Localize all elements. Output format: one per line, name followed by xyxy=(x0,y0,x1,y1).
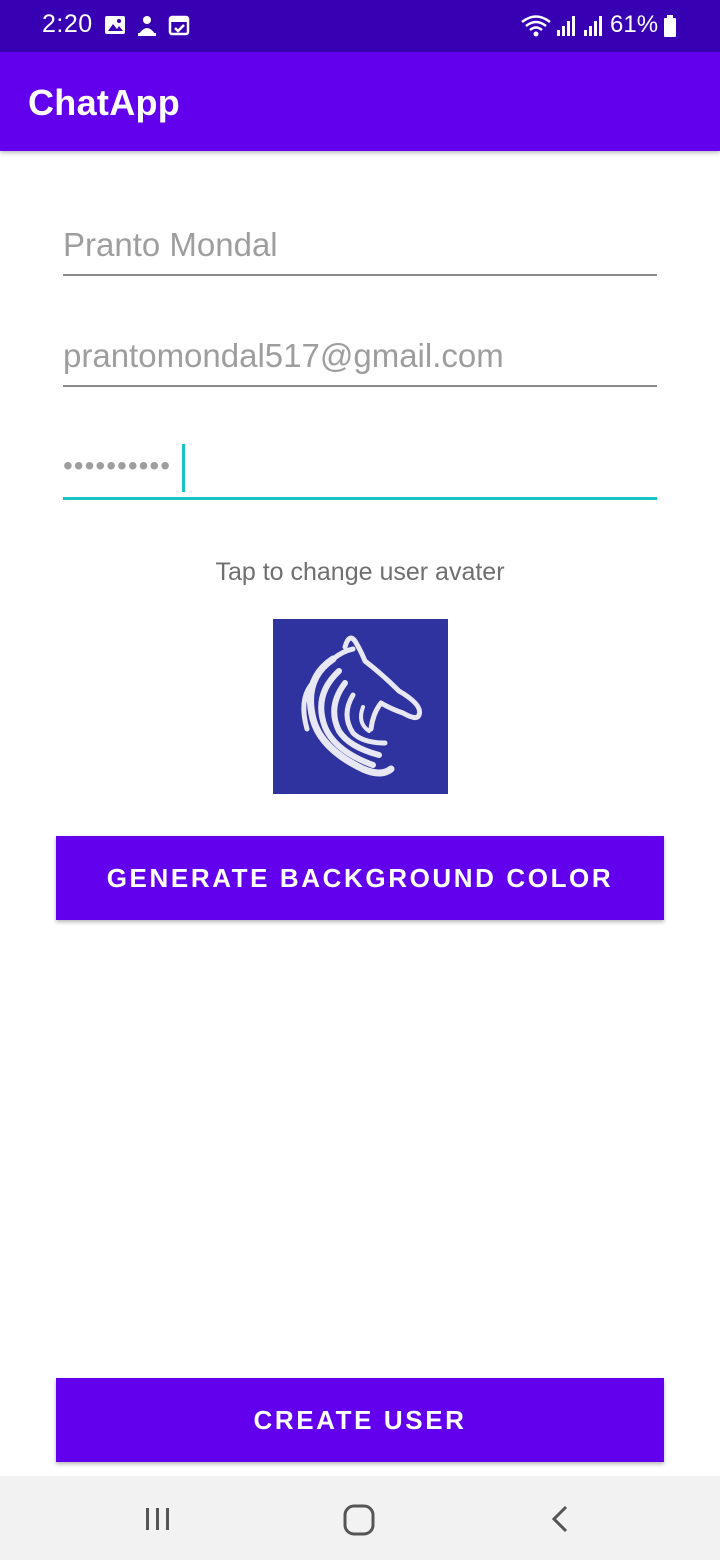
app-title: ChatApp xyxy=(28,82,181,123)
generate-background-color-button[interactable]: GENERATE BACKGROUND COLOR xyxy=(56,836,664,920)
text-caret xyxy=(182,444,185,492)
battery-percent: 61% xyxy=(610,11,659,38)
signal-icon xyxy=(584,16,602,36)
status-bar: 2:20 61% xyxy=(0,0,720,52)
android-head-icon xyxy=(138,16,156,36)
wifi-icon xyxy=(521,15,551,37)
avatar-image[interactable] xyxy=(273,619,448,794)
password-input[interactable]: •••••••••• xyxy=(63,440,657,500)
status-time: 2:20 xyxy=(42,10,93,38)
signal-icon xyxy=(557,16,575,36)
avatar-hint: Tap to change user avater xyxy=(215,558,505,586)
app-bar: ChatApp xyxy=(0,52,720,151)
password-value: •••••••••• xyxy=(63,450,172,481)
gallery-icon xyxy=(105,16,125,34)
screen: 2:20 61% ChatApp Pranto Mondal prantomon… xyxy=(0,0,720,1560)
calendar-check-icon xyxy=(168,15,190,36)
create-user-button[interactable]: CREATE USER xyxy=(56,1378,664,1462)
back-icon[interactable] xyxy=(541,1500,581,1540)
name-input[interactable] xyxy=(63,216,657,276)
navigation-bar xyxy=(0,1476,720,1560)
battery-icon xyxy=(664,15,676,37)
email-input[interactable] xyxy=(63,327,657,387)
home-icon[interactable] xyxy=(339,1500,379,1540)
horse-head-icon xyxy=(301,635,423,777)
recents-icon[interactable] xyxy=(138,1500,178,1540)
